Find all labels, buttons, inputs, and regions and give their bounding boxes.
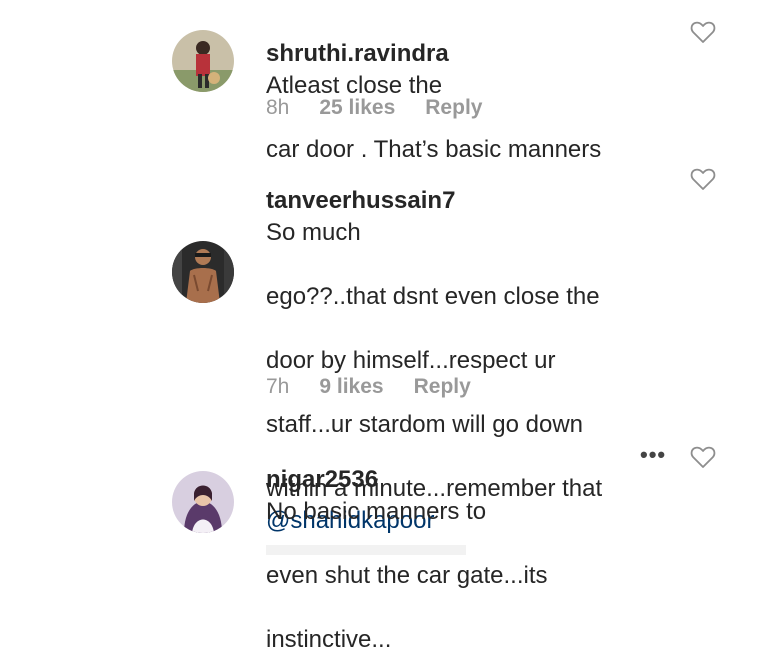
avatar[interactable] [172,241,234,303]
heart-outline-icon[interactable] [690,445,716,469]
heart-outline-icon[interactable] [690,167,716,191]
avatar[interactable] [172,30,234,92]
user-avatar-photo-icon [172,471,234,533]
reply-button[interactable]: Reply [414,375,471,399]
comment-body-line: instinctive... [266,626,392,653]
heart-outline-icon[interactable] [690,20,716,44]
clipped-comment-meta [266,545,466,555]
user-avatar-photo-icon [172,30,234,92]
comment-text: shruthi.ravindra Atleast close the car d… [266,6,646,166]
comment-username[interactable]: nigar2536 [266,466,378,493]
comment-username[interactable]: shruthi.ravindra [266,40,449,67]
comment-time: 8h [266,96,290,119]
comment-meta: 7h 9 likes Reply [266,375,471,399]
comment-body-line: ego??..that dsnt even close the [266,283,600,310]
comment-body-line: even shut the car gate...its [266,562,548,589]
comment-body-line: So much [266,219,361,246]
comment-time: 7h [266,375,290,398]
comment-likes[interactable]: 9 likes [319,375,383,399]
comment-text: nigar2536 No basic manners to even shut … [266,432,646,656]
comment-body-line: door by himself...respect ur [266,347,556,374]
reply-button[interactable]: Reply [425,96,482,120]
comment-body-line: No basic manners to [266,498,487,525]
avatar[interactable] [172,471,234,533]
comment-likes[interactable]: 25 likes [319,96,395,120]
comment-meta: 8h 25 likes Reply [266,96,482,120]
more-options-icon[interactable]: ••• [640,442,666,468]
comment-body-line: Atleast close the [266,72,443,99]
user-avatar-photo-icon [172,241,234,303]
comment-username[interactable]: tanveerhussain7 [266,187,455,214]
